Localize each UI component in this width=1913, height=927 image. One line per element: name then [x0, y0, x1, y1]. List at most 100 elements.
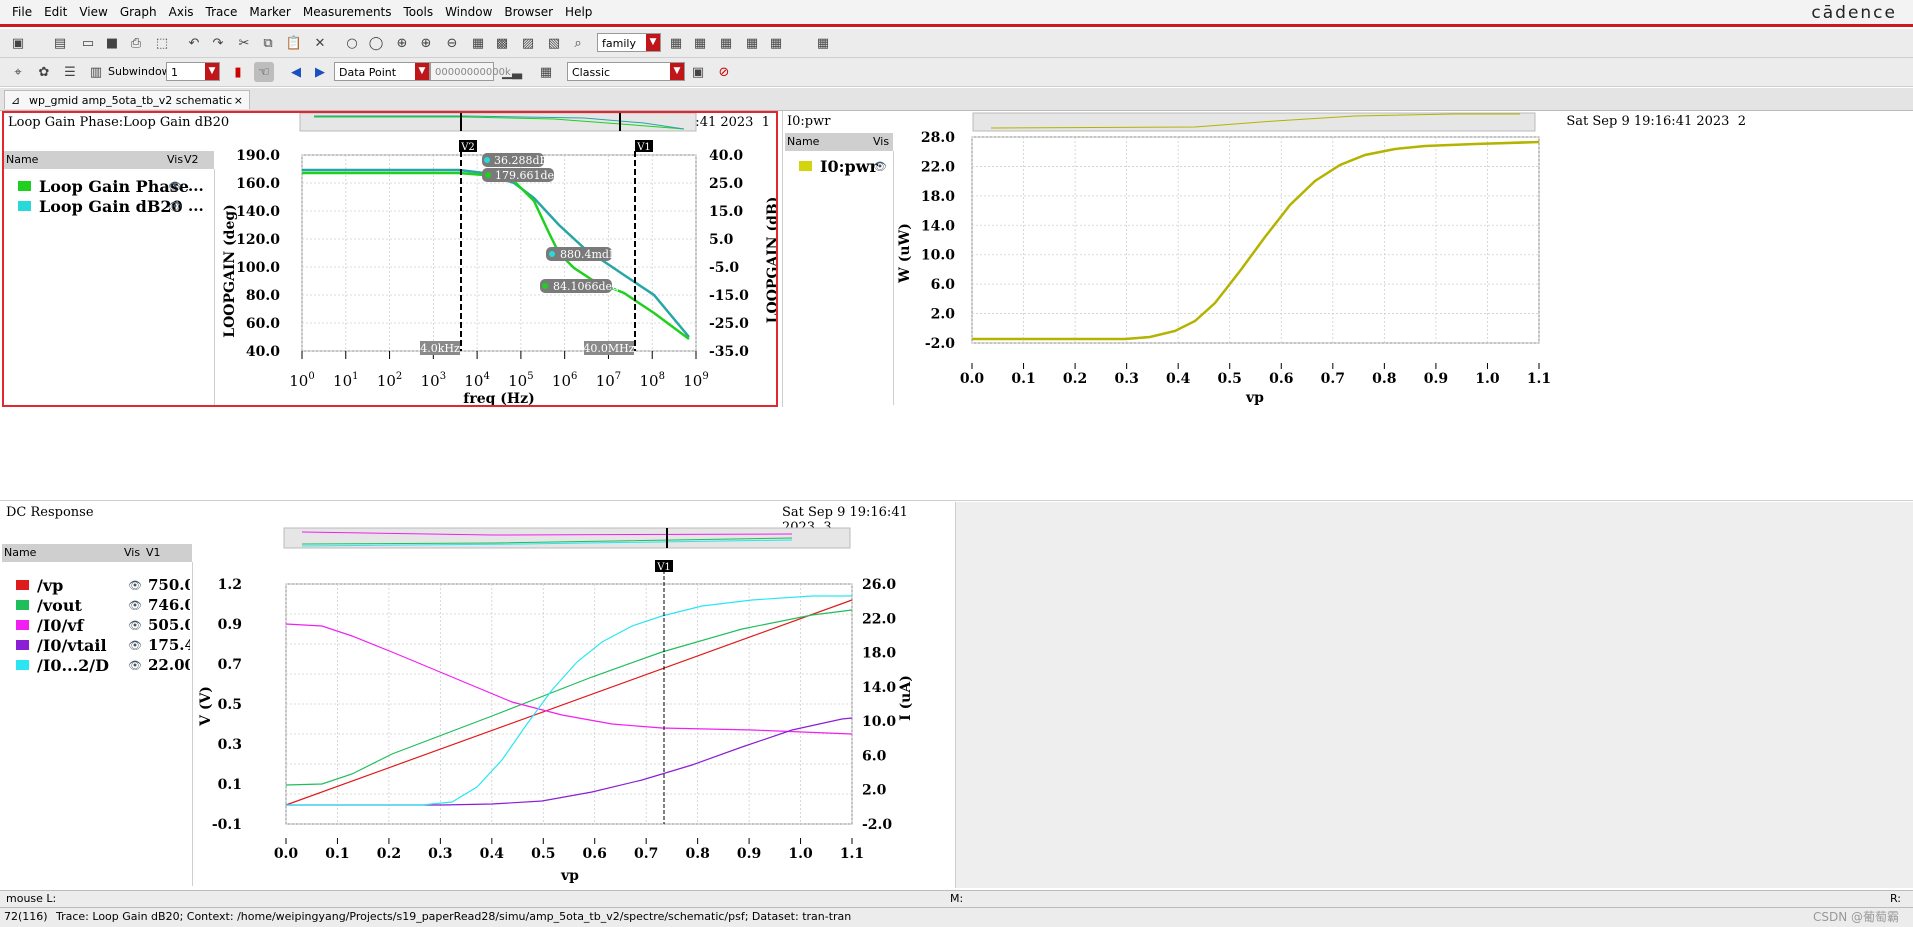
print-icon[interactable]: ⎙ [126, 33, 146, 53]
eye-icon[interactable]: 👁 [168, 200, 182, 213]
family-select[interactable]: family ▼ [597, 33, 661, 52]
overview-scrollbar[interactable] [972, 112, 1536, 132]
y-tick-label: 14.0 [921, 218, 955, 234]
legend-item-loop-gain-db20[interactable]: Loop Gain dB20 [18, 197, 183, 216]
menu-item-edit[interactable]: Edit [38, 5, 73, 19]
menu-item-axis[interactable]: Axis [163, 5, 200, 19]
secondary-toolbar: ⌖ ✿ ☰ ▥ Subwindows: 1 ▼ ▮ ☜ ◀ ▶ Data Poin… [0, 58, 1913, 87]
legend-item--vout[interactable]: /vout [16, 596, 82, 615]
subwindow-icon[interactable]: ▤ [50, 33, 70, 53]
open-folder-icon[interactable]: ▭ [78, 33, 98, 53]
legend-header: Name Vis V1 [2, 544, 192, 562]
loop-gain-chart[interactable]: LOOPGAIN (deg) LOOPGAIN (dB) 190.0160.01… [214, 113, 776, 405]
power-chart[interactable]: W (uW) 28.0 22.0 18.0 14.0 10.0 6.0 2.0 -2.0 0.… [895, 111, 1555, 407]
menu-item-tools[interactable]: Tools [398, 5, 440, 19]
stop-icon[interactable]: ⊘ [714, 62, 734, 82]
eye-icon[interactable]: 👁 [128, 659, 142, 672]
legend-item-loop-gain-phase[interactable]: Loop Gain Phase [18, 177, 189, 196]
undo-icon[interactable]: ↶ [184, 33, 204, 53]
export-image-icon[interactable]: ▣ [688, 62, 708, 82]
x-tick-base: 10 [639, 372, 658, 390]
eye-icon[interactable]: 👁 [128, 599, 142, 612]
next-marker-icon[interactable]: ▶ [310, 62, 330, 82]
menu-item-view[interactable]: View [73, 5, 113, 19]
save-icon[interactable]: ■ [102, 33, 122, 53]
zoom-in-icon[interactable]: ⊕ [416, 33, 436, 53]
menu-item-measurements[interactable]: Measurements [297, 5, 398, 19]
legend-value: 175.4 [148, 636, 190, 654]
eye-icon[interactable]: 👁 [873, 160, 887, 173]
flag-icon[interactable]: ▮ [228, 62, 248, 82]
new-window-icon[interactable]: ▣ [8, 33, 28, 53]
calculator-icon[interactable]: ▦ [536, 62, 556, 82]
dc-response-chart[interactable]: V (V) I (uA) 1.2 0.9 0.7 0.5 0.3 0.1 -0.1 26.0… [192, 502, 922, 888]
zoom-box-icon[interactable]: ▩ [492, 33, 512, 53]
graph-panel-pwr[interactable]: I0:pwr Sat Sep 9 19:16:41 2023 2 Name Vi… [782, 111, 1913, 407]
graph-layout-icon[interactable]: ▦ [666, 33, 686, 53]
paste-icon[interactable]: 📋 [284, 33, 304, 53]
zoom-x-icon[interactable]: ▦ [468, 33, 488, 53]
legend-item--vp[interactable]: /vp [16, 576, 63, 595]
legend-item-i0-pwr[interactable]: I0:pwr [799, 157, 878, 176]
grid-icon[interactable]: ▦ [812, 33, 834, 53]
menu-item-file[interactable]: File [6, 5, 38, 19]
export-icon[interactable]: ⬚ [152, 33, 172, 53]
graph-stack-icon[interactable]: ▦ [716, 33, 736, 53]
x-tick-label: 1.0 [788, 846, 813, 862]
ellipse-icon[interactable]: ◯ [366, 33, 386, 53]
mouse-m-label: M: [950, 892, 964, 905]
redo-icon[interactable]: ↷ [208, 33, 228, 53]
style-select[interactable]: Classic ▼ [567, 62, 685, 81]
zoom-y-icon[interactable]: ▨ [518, 33, 538, 53]
zoom-out-icon[interactable]: ⊖ [442, 33, 462, 53]
graph-overlay-icon[interactable]: ▦ [766, 33, 786, 53]
rows-icon[interactable]: ☰ [60, 62, 80, 82]
menu-item-help[interactable]: Help [559, 5, 598, 19]
eye-icon[interactable]: 👁 [168, 180, 182, 193]
columns-icon[interactable]: ▥ [86, 62, 106, 82]
marker-mode-select[interactable]: Data Point ▼ [334, 62, 430, 81]
subwindows-select[interactable]: 1 ▼ [166, 62, 220, 81]
graph-split-icon[interactable]: ▦ [742, 33, 762, 53]
marker-value-input[interactable]: 00000000000k [430, 62, 511, 81]
y-tick-label: 0.1 [218, 777, 242, 793]
hand-icon[interactable]: ☜ [254, 62, 274, 82]
legend-item--i0-2-d[interactable]: /I0...2/D [16, 656, 109, 675]
menu-item-marker[interactable]: Marker [243, 5, 296, 19]
close-icon[interactable]: × [234, 91, 243, 110]
histogram-icon[interactable]: ▁▃ [502, 62, 522, 82]
x-tick-label: 105 [508, 371, 533, 390]
circle-icon[interactable]: ○ [342, 33, 362, 53]
x-tick-label: 109 [683, 371, 708, 390]
menu-item-window[interactable]: Window [439, 5, 498, 19]
eye-icon[interactable]: 👁 [128, 639, 142, 652]
eye-icon[interactable]: 👁 [128, 619, 142, 632]
legend-item--i0-vtail[interactable]: /I0/vtail [16, 636, 107, 655]
panel-title: Loop Gain Phase:Loop Gain dB20 [8, 115, 230, 130]
y-tick-label: 2.0 [931, 307, 956, 323]
y-tick-label: 6.0 [931, 277, 956, 293]
y-tick-label: -5.0 [709, 260, 739, 276]
x-tick-exponent: 4 [483, 371, 489, 382]
y-tick-label: 26.0 [862, 577, 896, 593]
zoom-fit-icon[interactable]: ⊕ [392, 33, 412, 53]
legend-value: 750.0 [148, 576, 190, 594]
menu-item-graph[interactable]: Graph [114, 5, 163, 19]
pointer-icon[interactable]: ⌖ [8, 62, 28, 82]
graph-strip-icon[interactable]: ▦ [690, 33, 710, 53]
palette-icon[interactable]: ✿ [34, 62, 54, 82]
zoom-graph-icon[interactable]: ▧ [544, 33, 564, 53]
graph-panel-dc-response[interactable]: DC Response Sat Sep 9 19:16:41 2023 3 Na… [2, 502, 954, 888]
x-tick-base: 10 [289, 372, 308, 390]
delete-icon[interactable]: ✕ [310, 33, 330, 53]
legend-item--i0-vf[interactable]: /I0/vf [16, 616, 83, 635]
menu-item-browser[interactable]: Browser [498, 5, 559, 19]
menu-item-trace[interactable]: Trace [200, 5, 244, 19]
tab-schematic[interactable]: ⊿ wp_gmid amp_5ota_tb_v2 schematic × [4, 90, 250, 109]
prev-marker-icon[interactable]: ◀ [286, 62, 306, 82]
graph-panel-loop-gain[interactable]: Loop Gain Phase:Loop Gain dB20 Sat Sep 9… [2, 111, 778, 407]
cut-icon[interactable]: ✂ [234, 33, 254, 53]
eye-icon[interactable]: 👁 [128, 579, 142, 592]
copy-icon[interactable]: ⧉ [258, 33, 278, 53]
magnify-icon[interactable]: ⌕ [568, 33, 588, 53]
